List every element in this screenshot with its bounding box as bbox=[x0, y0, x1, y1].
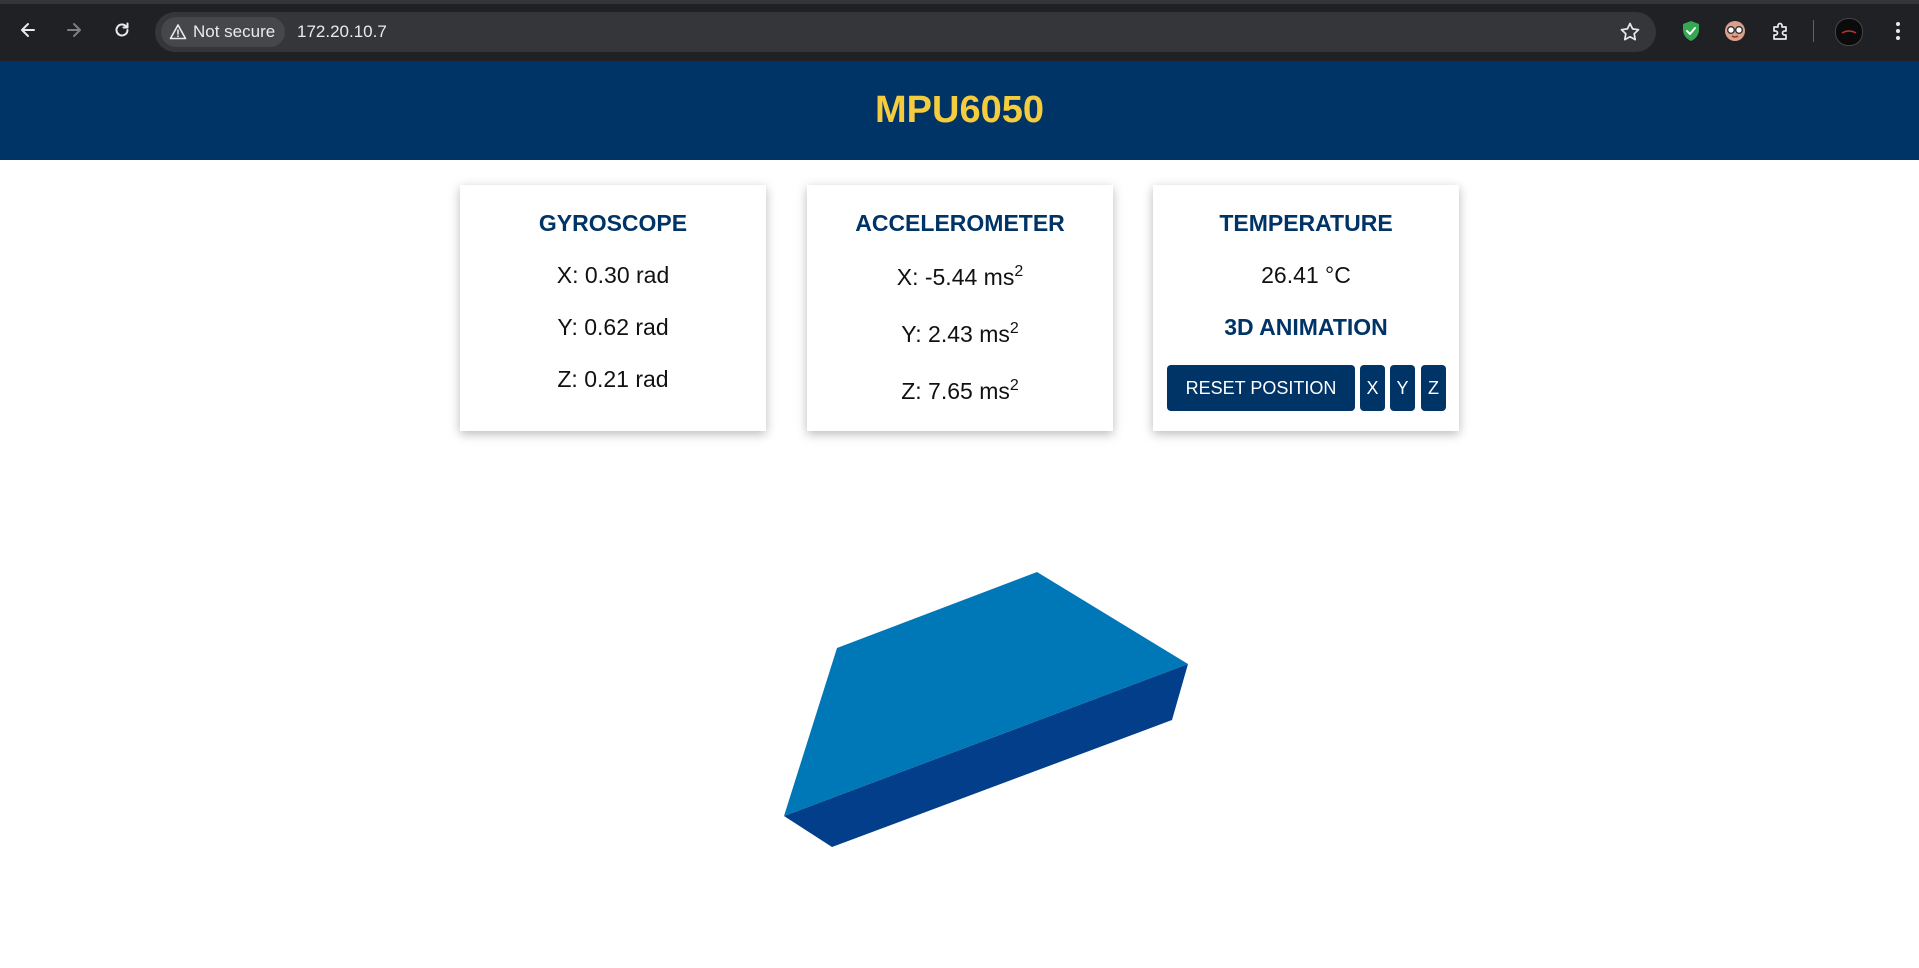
security-label: Not secure bbox=[193, 22, 276, 41]
accel-x-reading: X: -5.44 ms2 bbox=[807, 264, 1113, 291]
reset-position-button[interactable]: RESET POSITION bbox=[1167, 365, 1355, 411]
extensions-button[interactable] bbox=[1767, 17, 1795, 45]
back-arrow-icon bbox=[21, 23, 35, 37]
shield-check-extension-icon bbox=[1683, 21, 1699, 41]
gyroscope-card: GYROSCOPE X: 0.30 rad Y: 0.62 rad Z: 0.2… bbox=[460, 185, 766, 431]
page-header: MPU6050 bbox=[0, 61, 1919, 160]
site-info-chip[interactable]: Not secure bbox=[161, 17, 286, 47]
address-bar[interactable]: Not secure 172.20.10.7 bbox=[155, 12, 1656, 52]
accel-z-reading: Z: 7.65 ms2 bbox=[807, 378, 1113, 405]
profile-avatar[interactable] bbox=[1835, 18, 1863, 46]
puzzle-icon bbox=[1773, 22, 1787, 40]
accel-y-reading: Y: 2.43 ms2 bbox=[807, 321, 1113, 348]
reload-icon bbox=[115, 22, 129, 37]
forward-arrow-icon bbox=[67, 23, 81, 37]
kebab-menu-icon[interactable] bbox=[1886, 16, 1910, 46]
page-title: MPU6050 bbox=[875, 89, 1044, 131]
animation-heading: 3D ANIMATION bbox=[1224, 314, 1388, 340]
reset-z-button[interactable]: Z bbox=[1421, 365, 1446, 411]
temperature-reading: 26.41 °C bbox=[1261, 262, 1351, 288]
gyro-x-reading: X: 0.30 rad bbox=[556, 262, 670, 288]
reset-y-button[interactable]: Y bbox=[1390, 365, 1415, 411]
gyro-y-reading: Y: 0.62 rad bbox=[557, 314, 669, 340]
back-button[interactable] bbox=[12, 14, 44, 46]
tab-strip-edge bbox=[0, 0, 1919, 4]
3d-animation-canvas[interactable] bbox=[760, 560, 1200, 860]
reset-x-button[interactable]: X bbox=[1360, 365, 1385, 411]
glasses-extension-button[interactable] bbox=[1721, 17, 1749, 45]
gyroscope-heading: GYROSCOPE bbox=[538, 210, 688, 236]
shield-extension-button[interactable] bbox=[1677, 17, 1705, 45]
accel-y-value: Y: 2.43 ms bbox=[901, 321, 1010, 347]
accel-y-exponent: 2 bbox=[1009, 320, 1019, 337]
accelerometer-heading: ACCELEROMETER bbox=[855, 210, 1065, 236]
reload-button[interactable] bbox=[106, 14, 138, 46]
accel-z-value: Z: 7.65 ms bbox=[901, 378, 1010, 404]
url-text[interactable]: 172.20.10.7 bbox=[297, 12, 387, 52]
browser-toolbar: Not secure 172.20.10.7 bbox=[0, 0, 1919, 61]
accel-z-exponent: 2 bbox=[1009, 377, 1019, 394]
warning-icon bbox=[169, 24, 187, 40]
accel-x-exponent: 2 bbox=[1014, 263, 1024, 280]
profile-avatar-image bbox=[1836, 19, 1862, 45]
glasses-extension-icon bbox=[1725, 21, 1745, 41]
temperature-heading: TEMPERATURE bbox=[1219, 210, 1393, 236]
accel-x-value: X: -5.44 ms bbox=[896, 264, 1015, 290]
toolbar-divider bbox=[1813, 20, 1814, 42]
forward-button[interactable] bbox=[58, 14, 90, 46]
star-icon[interactable] bbox=[1618, 20, 1642, 44]
accelerometer-card: ACCELEROMETER X: -5.44 ms2 Y: 2.43 ms2 Z… bbox=[807, 185, 1113, 431]
gyro-z-reading: Z: 0.21 rad bbox=[557, 366, 669, 392]
